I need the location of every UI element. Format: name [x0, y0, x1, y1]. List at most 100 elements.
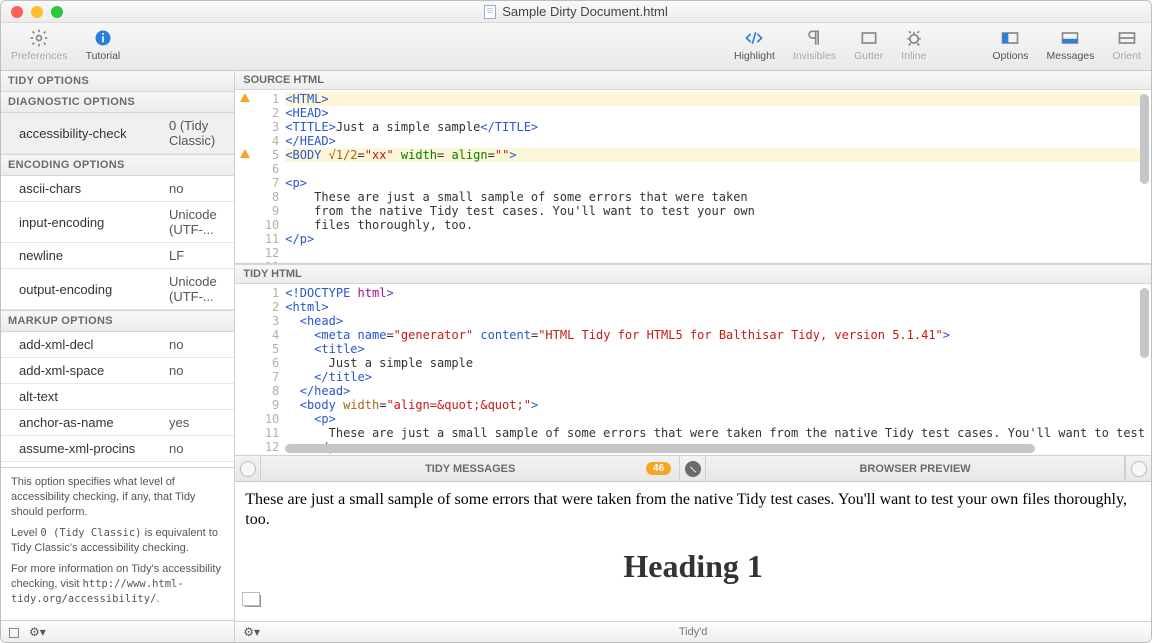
- warning-icon: [240, 149, 250, 158]
- gear-menu-icon[interactable]: ⚙︎▾: [29, 625, 46, 639]
- option-row[interactable]: assume-xml-procinsno: [1, 436, 234, 462]
- sidebar-top-header: TIDY OPTIONS: [1, 71, 234, 92]
- messages-count-badge: 46: [646, 462, 671, 475]
- tab-overflow-icon[interactable]: [1125, 456, 1151, 481]
- window-title: Sample Dirty Document.html: [1, 4, 1151, 19]
- panel-left-icon: [1000, 28, 1020, 48]
- option-value: yes: [169, 415, 189, 430]
- pilcrow-icon: [804, 28, 824, 48]
- document-icon: [484, 5, 496, 19]
- option-value: 0 (Tidy Classic): [169, 118, 234, 148]
- preview-compass-icon[interactable]: [680, 456, 706, 481]
- gutter-label: Gutter: [854, 50, 883, 62]
- tab-browser-preview[interactable]: BROWSER PREVIEW: [706, 456, 1125, 481]
- window-title-text: Sample Dirty Document.html: [502, 4, 667, 19]
- gear-icon: [29, 28, 49, 48]
- minimize-window-button[interactable]: [31, 6, 43, 18]
- option-key: accessibility-check: [19, 126, 169, 141]
- help-p2: Level 0 (Tidy Classic) is equivalent to …: [11, 526, 224, 556]
- option-key: add-xml-space: [19, 363, 169, 378]
- tutorial-label: Tutorial: [86, 50, 121, 62]
- option-row[interactable]: newlineLF: [1, 243, 234, 269]
- messages-bubble-icon[interactable]: [235, 456, 261, 481]
- option-row[interactable]: anchor-as-nameyes: [1, 410, 234, 436]
- bug-icon: [904, 28, 924, 48]
- option-key: newline: [19, 248, 169, 263]
- option-value: Unicode (UTF-...: [169, 274, 234, 304]
- preview-paragraph: These are just a small sample of some er…: [245, 490, 1141, 530]
- window-controls: [1, 6, 63, 18]
- source-html-editor[interactable]: 12345678910111213 <HTML><HEAD><TITLE>Jus…: [235, 90, 1151, 264]
- options-label: Options: [992, 50, 1028, 62]
- sidebar: TIDY OPTIONS DIAGNOSTIC OPTIONSaccessibi…: [1, 71, 235, 642]
- titlebar: Sample Dirty Document.html: [1, 1, 1151, 23]
- tidy-html-header: TIDY HTML: [235, 264, 1151, 284]
- orient-label: Orient: [1112, 50, 1141, 62]
- option-row[interactable]: ascii-charsno: [1, 176, 234, 202]
- sidebar-footer: ⚙︎▾: [1, 620, 234, 642]
- preview-heading: Heading 1: [245, 548, 1141, 585]
- option-row[interactable]: add-xml-spaceno: [1, 358, 234, 384]
- status-bar: ⚙︎▾ Tidy'd: [235, 621, 1151, 642]
- source-scrollbar[interactable]: [1140, 94, 1149, 259]
- source-html-header: SOURCE HTML: [235, 71, 1151, 90]
- tab-tidy-messages[interactable]: TIDY MESSAGES 46: [261, 456, 680, 481]
- tidy-options-list[interactable]: DIAGNOSTIC OPTIONSaccessibility-check0 (…: [1, 92, 234, 467]
- option-row[interactable]: alt-text: [1, 384, 234, 410]
- code-icon: [744, 28, 764, 48]
- preferences-button[interactable]: Preferences: [11, 27, 68, 62]
- tab-messages-label: TIDY MESSAGES: [425, 463, 515, 475]
- help-p3: For more information on Tidy's accessibi…: [11, 562, 224, 607]
- option-row[interactable]: input-encodingUnicode (UTF-...: [1, 202, 234, 243]
- option-help-panel: This option specifies what level of acce…: [1, 467, 234, 620]
- preferences-label: Preferences: [11, 50, 68, 62]
- zoom-window-button[interactable]: [51, 6, 63, 18]
- option-value: Unicode (UTF-...: [169, 207, 234, 237]
- tidy-html-editor[interactable]: 12345678910111213 <!DOCTYPE html><html> …: [235, 284, 1151, 456]
- app-window: Sample Dirty Document.html Preferences T…: [0, 0, 1152, 643]
- option-key: alt-text: [19, 389, 169, 404]
- option-value: no: [169, 363, 183, 378]
- toolbar: Preferences Tutorial Highlight Invisible…: [1, 23, 1151, 71]
- highlight-label: Highlight: [734, 50, 775, 62]
- preview-box-icon: [245, 595, 261, 607]
- gutter-button[interactable]: Gutter: [854, 27, 883, 62]
- options-button[interactable]: Options: [992, 27, 1028, 62]
- messages-button[interactable]: Messages: [1047, 27, 1095, 62]
- option-row[interactable]: add-xml-declno: [1, 332, 234, 358]
- rect-icon: [859, 28, 879, 48]
- option-key: add-xml-decl: [19, 337, 169, 352]
- option-group-header: ENCODING OPTIONS: [1, 154, 234, 176]
- info-icon: [93, 28, 113, 48]
- invisibles-button[interactable]: Invisibles: [793, 27, 836, 62]
- messages-label: Messages: [1047, 50, 1095, 62]
- orient-button[interactable]: Orient: [1112, 27, 1141, 62]
- main-panel: SOURCE HTML 12345678910111213 <HTML><HEA…: [235, 71, 1151, 642]
- option-key: output-encoding: [19, 282, 169, 297]
- display-toggle-icon[interactable]: [9, 628, 19, 638]
- option-key: anchor-as-name: [19, 415, 169, 430]
- tutorial-button[interactable]: Tutorial: [86, 27, 121, 62]
- tidy-scrollbar-h[interactable]: [285, 444, 1137, 453]
- invisibles-label: Invisibles: [793, 50, 836, 62]
- status-text: Tidy'd: [235, 626, 1151, 638]
- close-window-button[interactable]: [11, 6, 23, 18]
- panel-bottom-icon: [1060, 28, 1080, 48]
- option-group-header: DIAGNOSTIC OPTIONS: [1, 92, 234, 113]
- option-key: input-encoding: [19, 215, 169, 230]
- split-icon: [1117, 28, 1137, 48]
- tab-preview-label: BROWSER PREVIEW: [859, 463, 970, 475]
- inline-button[interactable]: Inline: [901, 27, 926, 62]
- highlight-button[interactable]: Highlight: [734, 27, 775, 62]
- option-value: no: [169, 337, 183, 352]
- option-key: assume-xml-procins: [19, 441, 169, 456]
- option-key: ascii-chars: [19, 181, 169, 196]
- option-row[interactable]: output-encodingUnicode (UTF-...: [1, 269, 234, 310]
- warning-icon: [240, 93, 250, 102]
- bottom-tabbar: TIDY MESSAGES 46 BROWSER PREVIEW: [235, 456, 1151, 482]
- option-value: no: [169, 181, 183, 196]
- tidy-scrollbar-v[interactable]: [1140, 288, 1149, 451]
- option-row[interactable]: accessibility-check0 (Tidy Classic): [1, 113, 234, 154]
- option-group-header: MARKUP OPTIONS: [1, 310, 234, 332]
- option-value: no: [169, 441, 183, 456]
